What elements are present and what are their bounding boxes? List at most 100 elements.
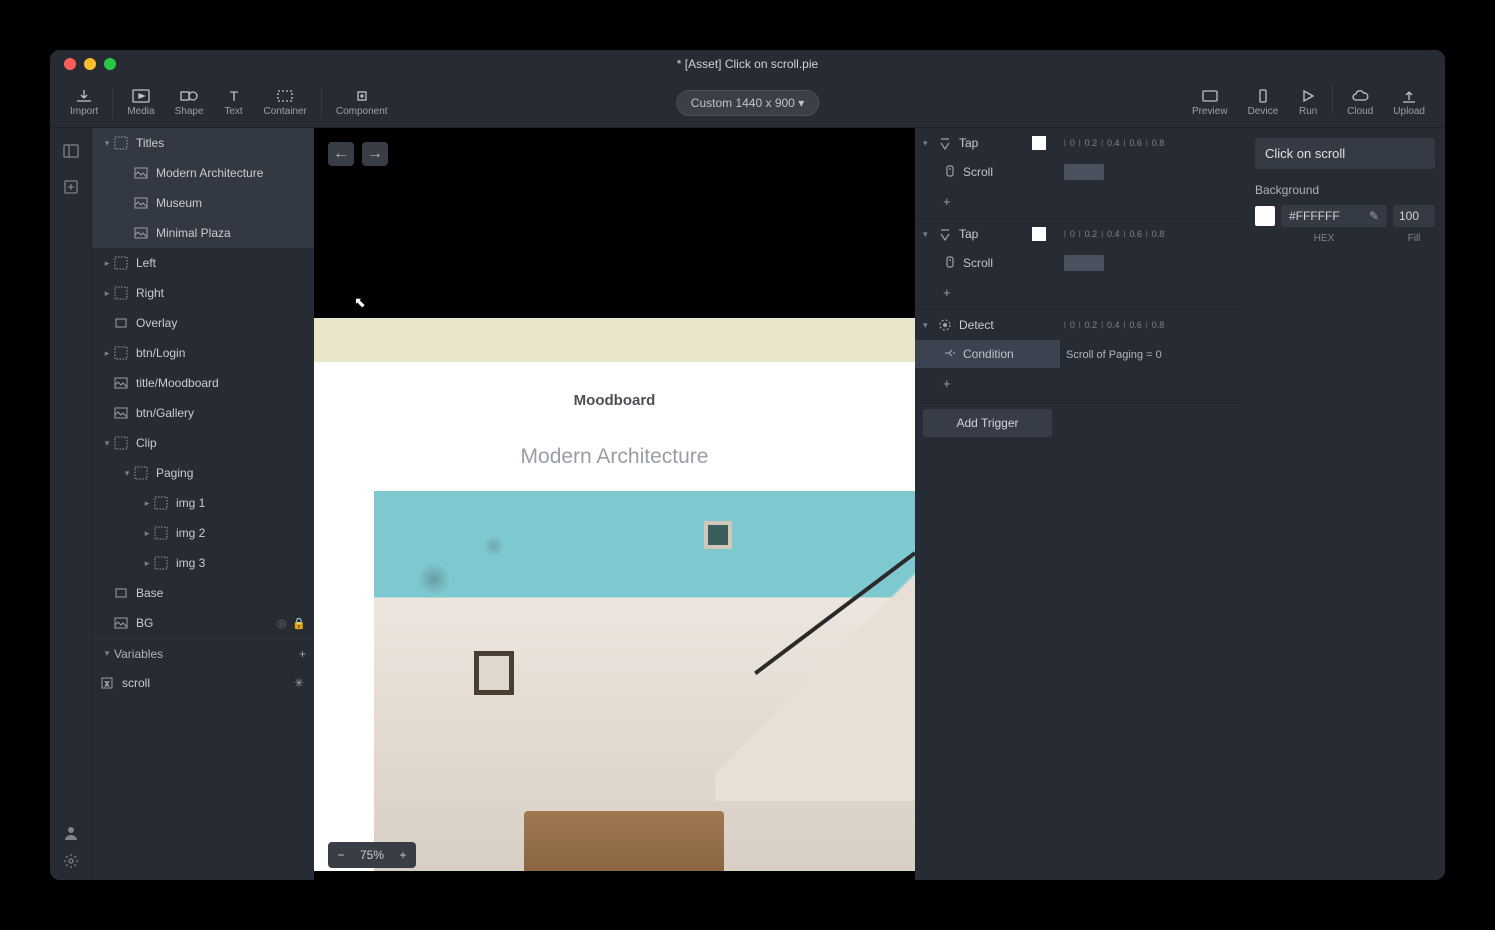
debug-icon[interactable]: ✳ (294, 676, 304, 690)
layer-row[interactable]: btn/Gallery (92, 398, 314, 428)
maximize-window-button[interactable] (104, 58, 116, 70)
lock-icon[interactable]: 🔒 (292, 617, 306, 630)
layer-row[interactable]: Museum (92, 188, 314, 218)
layer-row[interactable]: Modern Architecture (92, 158, 314, 188)
layer-row[interactable]: Minimal Plaza (92, 218, 314, 248)
canvas[interactable]: ← → ⬉ Moodboard Modern Architecture (314, 128, 915, 880)
panels-icon[interactable] (62, 142, 80, 160)
device-tool[interactable]: Device (1238, 84, 1289, 121)
text-tool[interactable]: T Text (214, 84, 254, 121)
chevron-icon[interactable]: ▾ (923, 138, 937, 149)
add-action-button[interactable]: + (915, 370, 1060, 396)
tool-label: Media (127, 106, 154, 117)
add-action-button[interactable]: + (915, 188, 1060, 214)
import-tool[interactable]: Import (60, 84, 108, 121)
layers-panel: ▾ Titles Modern Architecture Museum Mini… (92, 128, 314, 880)
trigger-action[interactable]: Scroll (915, 249, 1060, 277)
add-panel-icon[interactable] (62, 178, 80, 196)
layer-row[interactable]: ▸ btn/Login (92, 338, 314, 368)
chevron-icon[interactable]: ▾ (923, 320, 937, 331)
tool-label: Text (224, 106, 242, 117)
add-variable-button[interactable]: + (299, 647, 306, 661)
trigger-header[interactable]: ▾ Detect (915, 310, 1060, 340)
layer-row[interactable]: ▸ img 1 (92, 488, 314, 518)
action-label: Scroll (963, 256, 993, 270)
shape-tool[interactable]: Shape (165, 84, 214, 121)
layer-row[interactable]: ▾ Titles (92, 128, 314, 158)
trigger-name: Detect (959, 318, 994, 332)
minimize-window-button[interactable] (84, 58, 96, 70)
color-swatch[interactable] (1255, 206, 1275, 226)
timeline-bar[interactable] (1064, 164, 1104, 180)
run-tool[interactable]: Run (1288, 84, 1328, 121)
media-tool[interactable]: Media (117, 84, 164, 121)
layer-row[interactable]: ▾ Clip (92, 428, 314, 458)
fill-input[interactable]: 100 (1393, 205, 1435, 227)
layer-type-icon (134, 226, 148, 240)
add-action-button[interactable]: + (915, 279, 1060, 305)
chevron-icon[interactable]: ▾ (120, 468, 134, 479)
chevron-icon[interactable]: ▸ (100, 288, 114, 299)
layer-row[interactable]: Base (92, 578, 314, 608)
layer-row[interactable]: ▸ img 3 (92, 548, 314, 578)
chevron-icon[interactable]: ▸ (100, 348, 114, 359)
zoom-in-button[interactable]: + (390, 842, 416, 868)
chevron-icon[interactable]: ▸ (100, 258, 114, 269)
trigger-swatch[interactable] (1032, 136, 1046, 150)
layer-label: Paging (156, 466, 193, 480)
add-trigger-button[interactable]: Add Trigger (923, 409, 1052, 437)
user-icon[interactable] (62, 824, 80, 842)
close-window-button[interactable] (64, 58, 76, 70)
chevron-icon[interactable]: ▾ (100, 138, 114, 149)
upload-tool[interactable]: Upload (1383, 84, 1435, 121)
layer-row[interactable]: ▸ Left (92, 248, 314, 278)
separator (321, 88, 322, 118)
layer-label: img 3 (176, 556, 205, 570)
svg-text:T: T (229, 88, 238, 104)
trigger-header[interactable]: ▾ Tap (915, 128, 1060, 158)
visibility-icon[interactable]: ◎ (277, 617, 287, 630)
layer-row[interactable]: ▸ img 2 (92, 518, 314, 548)
eyedropper-icon[interactable]: ✎ (1369, 209, 1379, 223)
layer-type-icon (114, 586, 128, 600)
cloud-tool[interactable]: Cloud (1337, 84, 1383, 121)
trigger-action[interactable]: Scroll (915, 158, 1060, 186)
variable-row[interactable]: xscroll✳ (92, 668, 314, 698)
back-button[interactable]: ← (328, 142, 354, 166)
chevron-icon[interactable]: ▸ (140, 498, 154, 509)
device-selector[interactable]: Custom 1440 x 900 ▾ (676, 90, 819, 116)
layer-row[interactable]: ▾ Paging (92, 458, 314, 488)
chevron-icon[interactable]: ▾ (100, 438, 114, 449)
layer-row[interactable]: Overlay (92, 308, 314, 338)
layer-row[interactable]: BG ◎🔒 (92, 608, 314, 638)
trigger-header[interactable]: ▾ Tap (915, 219, 1060, 249)
chevron-icon[interactable]: ▸ (140, 528, 154, 539)
chevron-icon[interactable]: ▸ (140, 558, 154, 569)
hero-image (374, 491, 915, 871)
variables-header[interactable]: ▾Variables+ (92, 638, 314, 668)
sidebar-strip (50, 128, 92, 880)
zoom-out-button[interactable]: − (328, 842, 354, 868)
trigger-action[interactable]: Condition (915, 340, 1060, 368)
layer-label: btn/Gallery (136, 406, 194, 420)
trigger-name: Tap (959, 136, 978, 150)
tool-label: Upload (1393, 106, 1425, 117)
forward-button[interactable]: → (362, 142, 388, 166)
zoom-value: 75% (354, 848, 390, 862)
timeline-ruler: 00.20.40.60.8 (1060, 310, 1237, 340)
layer-row[interactable]: ▸ Right (92, 278, 314, 308)
chevron-icon[interactable]: ▾ (923, 229, 937, 240)
layer-label: Overlay (136, 316, 177, 330)
zoom-control: − 75% + (328, 842, 416, 868)
timeline-bar[interactable] (1064, 255, 1104, 271)
trigger-swatch[interactable] (1032, 227, 1046, 241)
hex-input[interactable]: #FFFFFF ✎ (1281, 205, 1387, 227)
settings-icon[interactable] (62, 852, 80, 870)
component-tool[interactable]: Component (326, 84, 398, 121)
layer-row[interactable]: title/Moodboard (92, 368, 314, 398)
layer-type-icon (114, 376, 128, 390)
hex-sublabel: HEX (1255, 233, 1393, 244)
container-tool[interactable]: Container (254, 84, 317, 121)
preview-tool[interactable]: Preview (1182, 84, 1238, 121)
chevron-icon[interactable]: ▾ (100, 648, 114, 659)
